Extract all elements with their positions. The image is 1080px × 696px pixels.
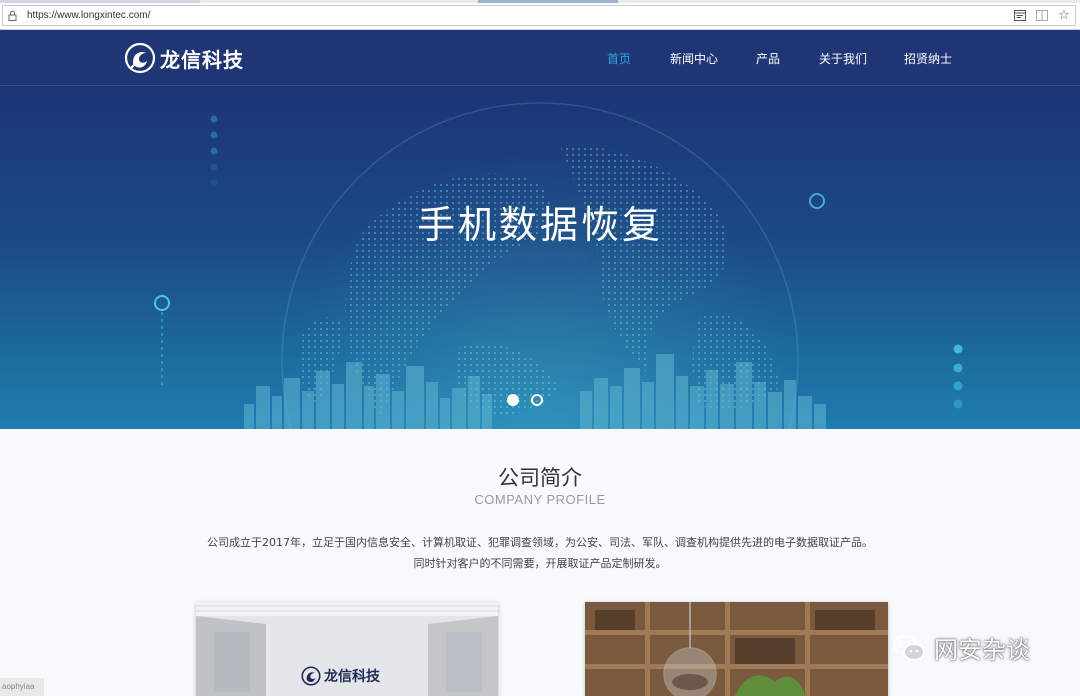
tab-strip: [0, 0, 1080, 3]
dragon-logo-icon: [301, 666, 321, 686]
nav-home[interactable]: 首页: [607, 50, 631, 67]
nav-news[interactable]: 新闻中心: [670, 50, 718, 67]
nav-careers[interactable]: 招贤纳士: [904, 50, 952, 67]
dragon-logo-icon: [124, 42, 156, 74]
favorite-star-icon[interactable]: ☆: [1053, 6, 1075, 25]
watermark-text: 网安杂谈: [934, 636, 1030, 664]
carousel-dot-2[interactable]: [531, 394, 543, 406]
url-text[interactable]: https://www.longxintec.com/: [27, 10, 1009, 21]
office-shelf-image: [585, 602, 888, 696]
carousel-dot-1[interactable]: [507, 394, 519, 406]
photo-logo: 龙信科技: [301, 666, 380, 686]
site-header: 龙信科技 首页 新闻中心 产品 关于我们 招贤纳士: [0, 30, 1080, 86]
section-subtitle: COMPANY PROFILE: [474, 492, 606, 507]
description-line-2: 同时针对客户的不同需要，开展取证产品定制研发。: [413, 557, 667, 570]
section-title: 公司简介: [498, 466, 582, 490]
hero-banner[interactable]: 手机数据恢复 - Data Recovery -: [0, 86, 1080, 429]
section-description: 公司成立于2017年，立足于国内信息安全、计算机取证、犯罪调查领域，为公安、司法…: [0, 532, 1080, 574]
photo-brand-text: 龙信科技: [324, 669, 380, 685]
office-shelf-photo[interactable]: [585, 602, 888, 696]
split-view-icon[interactable]: [1031, 6, 1053, 25]
office-reception-photo[interactable]: 龙信科技: [196, 602, 498, 696]
address-bar[interactable]: https://www.longxintec.com/ ☆: [2, 5, 1076, 26]
hero-title: 手机数据恢复: [416, 203, 663, 247]
wechat-icon: [893, 634, 925, 661]
wechat-watermark: 网安杂谈: [892, 630, 1030, 665]
description-line-1: 公司成立于2017年，立足于国内信息安全、计算机取证、犯罪调查领域，为公安、司法…: [207, 536, 873, 549]
hero-subtitle: - Data Recovery -: [481, 249, 599, 266]
corner-label: aophyiaa: [0, 678, 44, 696]
nav-about[interactable]: 关于我们: [819, 50, 867, 67]
browser-toolbar: https://www.longxintec.com/ ☆: [0, 0, 1080, 30]
site-logo[interactable]: 龙信科技: [124, 42, 244, 74]
reader-view-icon[interactable]: [1009, 6, 1031, 25]
nav-products[interactable]: 产品: [756, 50, 780, 67]
brand-name: 龙信科技: [160, 47, 244, 72]
lock-icon: [3, 6, 21, 25]
